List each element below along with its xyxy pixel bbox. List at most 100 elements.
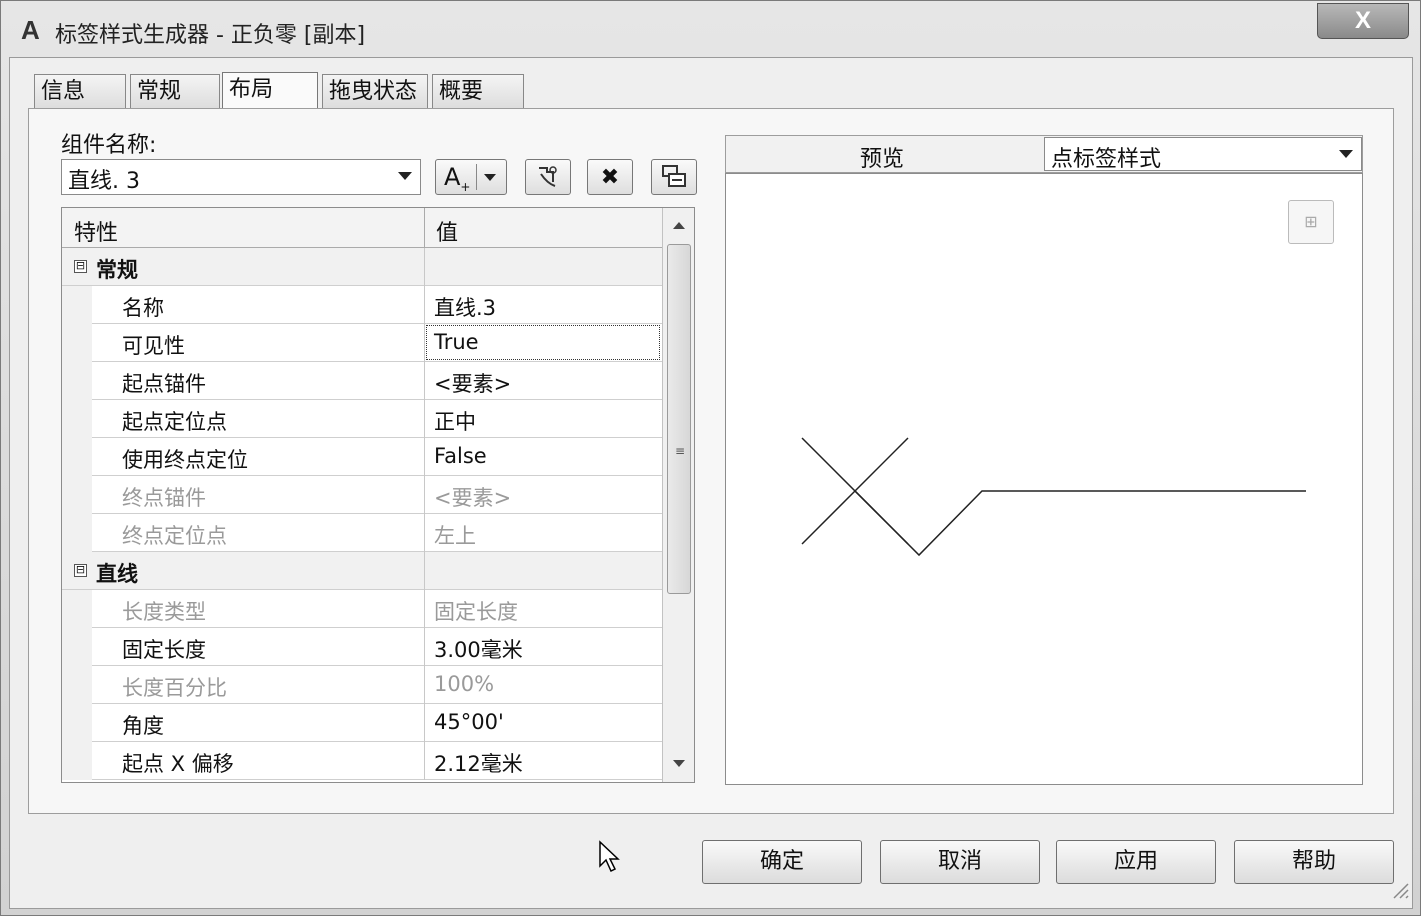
chevron-down-icon[interactable] [484,174,496,181]
property-value[interactable]: False [434,444,487,468]
create-text-component-button[interactable]: A+ [435,159,507,195]
tab-general[interactable]: 常规 [130,74,220,110]
row-gutter [62,514,92,552]
mouse-pointer-icon [599,840,620,873]
close-button[interactable]: X [1317,3,1409,39]
row-gutter [62,628,92,666]
layout-panel: 组件名称: 直线. 3 A+ ✖ 特性 值 ⊟ 常规 名称 直线.3 可见性 T… [28,108,1394,814]
property-value: <要素> [434,486,512,510]
property-value: 100% [434,672,495,696]
row-gutter [62,666,92,704]
column-divider [424,400,425,438]
property-row-disabled: 终点定位点 左上 [62,514,662,552]
column-divider [424,438,425,476]
category-general[interactable]: ⊟ 常规 [62,248,662,286]
property-row-disabled: 终点锚件 <要素> [62,476,662,514]
property-value[interactable]: 正中 [434,406,476,436]
property-name: 名称 [122,296,164,320]
property-row-disabled: 长度类型 固定长度 [62,590,662,628]
window-title: 标签样式生成器 - 正负零 [副本] [55,23,366,48]
preview-header: 预览 点标签样式 [725,135,1363,173]
chevron-down-icon [398,172,412,180]
collapse-icon[interactable]: ⊟ [74,260,87,273]
app-logo-icon: A [21,15,40,45]
scroll-down-arrow-icon[interactable] [673,760,685,767]
column-divider [424,704,425,742]
column-divider [424,666,425,704]
category-label: 常规 [96,258,138,282]
column-divider [424,552,425,590]
property-value[interactable]: 直线.3 [434,292,496,322]
apply-button[interactable]: 应用 [1056,840,1216,884]
ok-button[interactable]: 确定 [702,840,862,884]
property-row[interactable]: 固定长度 3.00毫米 [62,628,662,666]
preview-style-select[interactable]: 点标签样式 [1044,137,1362,172]
tab-summary[interactable]: 概要 [432,74,524,110]
column-divider [424,590,425,628]
column-divider [424,248,425,286]
property-value[interactable]: 2.12毫米 [434,748,523,778]
value-column-header[interactable]: 值 [436,215,458,247]
resize-grip-icon[interactable] [1390,880,1410,900]
row-gutter [62,324,92,362]
row-gutter [62,286,92,324]
property-value[interactable]: <要素> [434,368,511,398]
delete-icon: ✖ [600,165,620,190]
column-divider [424,324,425,362]
collapse-icon[interactable]: ⊟ [74,564,87,577]
tab-layout[interactable]: 布局 [222,72,318,110]
label-preview-drawing [801,437,1306,557]
add-text-icon: A+ [444,163,471,194]
property-column-header[interactable]: 特性 [74,215,118,247]
row-gutter [62,400,92,438]
row-gutter [62,362,92,400]
component-draw-order-button[interactable] [651,159,697,195]
property-row-selected[interactable]: 可见性 True [62,324,662,362]
tab-drag-state[interactable]: 拖曳状态 [322,74,428,110]
copy-component-button[interactable] [525,159,571,195]
tab-info[interactable]: 信息 [34,74,126,110]
column-divider [424,742,425,780]
component-name-label: 组件名称: [61,133,157,158]
title-bar[interactable]: A 标签样式生成器 - 正负零 [副本] X [1,1,1420,57]
property-name: 起点定位点 [122,410,227,434]
scroll-up-arrow-icon[interactable] [673,222,685,229]
property-row[interactable]: 角度 45°00' [62,704,662,742]
chevron-down-icon [1339,150,1353,158]
column-divider [424,476,425,514]
row-gutter [62,438,92,476]
property-value[interactable]: 3.00毫米 [434,634,523,664]
help-button[interactable]: 帮助 [1234,840,1394,884]
column-divider[interactable] [424,208,425,248]
row-gutter [62,704,92,742]
property-name: 终点锚件 [122,486,206,510]
property-row[interactable]: 名称 直线.3 [62,286,662,324]
property-row-disabled: 长度百分比 100% [62,666,662,704]
column-divider [424,514,425,552]
delete-component-button[interactable]: ✖ [587,159,633,195]
column-divider [424,286,425,324]
cancel-button[interactable]: 取消 [880,840,1040,884]
component-name-value: 直线. 3 [68,169,140,194]
property-value[interactable]: True [434,330,479,354]
dropdown-divider [476,164,477,190]
property-name: 可见性 [122,334,185,358]
scroll-thumb[interactable]: ≡ [667,244,691,594]
preview-label: 预览 [860,147,905,172]
property-row[interactable]: 起点 X 偏移 2.12毫米 [62,742,662,780]
property-name: 角度 [122,714,164,738]
properties-grid: 特性 值 ⊟ 常规 名称 直线.3 可见性 True 起点锚件 <要素> 起点定… [61,207,695,783]
property-row[interactable]: 起点定位点 正中 [62,400,662,438]
category-line[interactable]: ⊟ 直线 [62,552,662,590]
preview-canvas[interactable]: ⊞ [725,173,1363,785]
property-name: 起点锚件 [122,372,206,396]
property-name: 使用终点定位 [122,448,248,472]
row-gutter [62,590,92,628]
grid-scrollbar[interactable]: ≡ [662,208,694,782]
property-row[interactable]: 使用终点定位 False [62,438,662,476]
property-value[interactable]: 45°00' [434,710,504,734]
row-gutter [62,476,92,514]
label-style-composer-dialog: A 标签样式生成器 - 正负零 [副本] X 信息 常规 布局 拖曳状态 概要 … [0,0,1421,916]
component-name-select[interactable]: 直线. 3 [61,159,421,195]
property-row[interactable]: 起点锚件 <要素> [62,362,662,400]
